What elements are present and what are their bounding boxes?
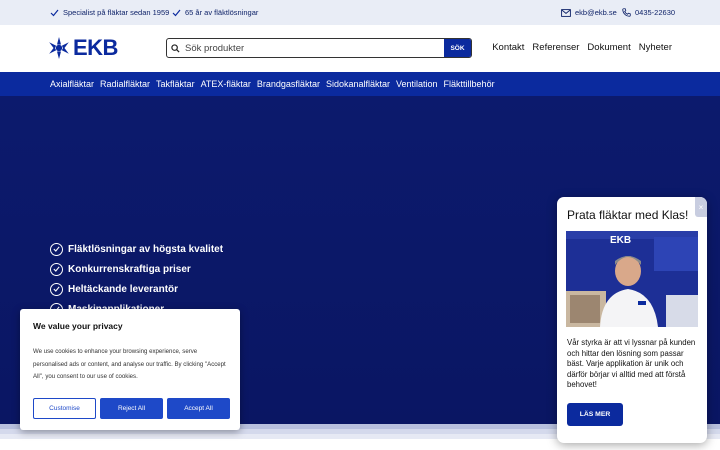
phone-link[interactable]: 0435-22630: [622, 8, 675, 17]
usp-text: Heltäckande leverantör: [68, 283, 179, 295]
customise-button[interactable]: Customise: [33, 398, 96, 419]
claim-text: Specialist på fläktar sedan 1959: [63, 8, 170, 17]
email-link[interactable]: ekb@ekb.se: [561, 8, 617, 17]
chat-photo: EKB: [566, 231, 698, 327]
site-header: EKB SÖK Kontakt Referenser Dokument Nyhe…: [0, 25, 720, 72]
check-circle-icon: [50, 262, 63, 276]
claim-since-1959: Specialist på fläktar sedan 1959: [50, 8, 169, 17]
email-text: ekb@ekb.se: [575, 8, 617, 17]
category-radialflaktar[interactable]: Radialfläktar: [100, 79, 150, 89]
check-circle-icon: [50, 242, 63, 256]
category-takflaktar[interactable]: Takfläktar: [156, 79, 195, 89]
cookie-consent-dialog: We value your privacy We use cookies to …: [20, 309, 240, 430]
usp-item: Heltäckande leverantör: [50, 279, 223, 299]
nav-nyheter[interactable]: Nyheter: [639, 42, 672, 53]
read-more-button[interactable]: LÄS MER: [567, 403, 623, 426]
logo-wordmark: EKB: [73, 35, 118, 60]
accept-all-button[interactable]: Accept All: [167, 398, 230, 419]
nav-kontakt[interactable]: Kontakt: [492, 42, 524, 53]
chat-title: Prata fläktar med Klas!: [567, 208, 689, 222]
claim-text: 65 år av fläktlösningar: [185, 8, 259, 17]
main-nav: Kontakt Referenser Dokument Nyheter: [492, 42, 672, 53]
category-flakttillbehor[interactable]: Fläkttillbehör: [444, 79, 495, 89]
search-button[interactable]: SÖK: [444, 39, 471, 57]
usp-item: Konkurrenskraftiga priser: [50, 259, 223, 279]
category-nav: Axialfläktar Radialfläktar Takfläktar AT…: [0, 72, 720, 96]
cookie-title: We value your privacy: [33, 321, 123, 331]
usp-text: Fläktlösningar av högsta kvalitet: [68, 243, 224, 255]
category-axialflaktar[interactable]: Axialfläktar: [50, 79, 94, 89]
ekb-logo[interactable]: EKB: [48, 37, 118, 59]
chat-widget: Prata fläktar med Klas! × EKB Vår styrka…: [557, 197, 707, 443]
check-circle-icon: [50, 282, 63, 296]
chat-text: Vår styrka är att vi lyssnar på kunden o…: [567, 338, 696, 390]
checkmark-icon: [172, 9, 181, 16]
category-atex-flaktar[interactable]: ATEX-fläktar: [201, 79, 251, 89]
nav-dokument[interactable]: Dokument: [587, 42, 630, 53]
fan-logo-icon: [49, 37, 69, 59]
phone-icon: [622, 8, 631, 17]
nav-referenser[interactable]: Referenser: [532, 42, 579, 53]
close-icon[interactable]: ×: [695, 197, 707, 217]
category-brandgasflaktar[interactable]: Brandgasfläktar: [257, 79, 320, 89]
usp-list: Fläktlösningar av högsta kvalitet Konkur…: [50, 239, 223, 319]
usp-item: Fläktlösningar av högsta kvalitet: [50, 239, 223, 259]
checkmark-icon: [50, 9, 59, 16]
category-sidokanalflaktar[interactable]: Sidokanalfläktar: [326, 79, 390, 89]
envelope-icon: [561, 8, 571, 17]
chat-photo-logo-text: EKB: [610, 235, 632, 246]
search-icon: [167, 43, 183, 53]
claim-65-years: 65 år av fläktlösningar: [172, 8, 258, 17]
person-photo-illustration: [566, 231, 698, 327]
reject-all-button[interactable]: Reject All: [100, 398, 163, 419]
search-bar: SÖK: [166, 38, 472, 58]
phone-text: 0435-22630: [635, 8, 676, 17]
cookie-body: We use cookies to enhance your browsing …: [33, 348, 226, 380]
search-input[interactable]: [183, 39, 444, 57]
top-info-bar: Specialist på fläktar sedan 1959 65 år a…: [0, 0, 720, 25]
usp-text: Konkurrenskraftiga priser: [68, 263, 191, 275]
category-ventilation[interactable]: Ventilation: [396, 79, 438, 89]
